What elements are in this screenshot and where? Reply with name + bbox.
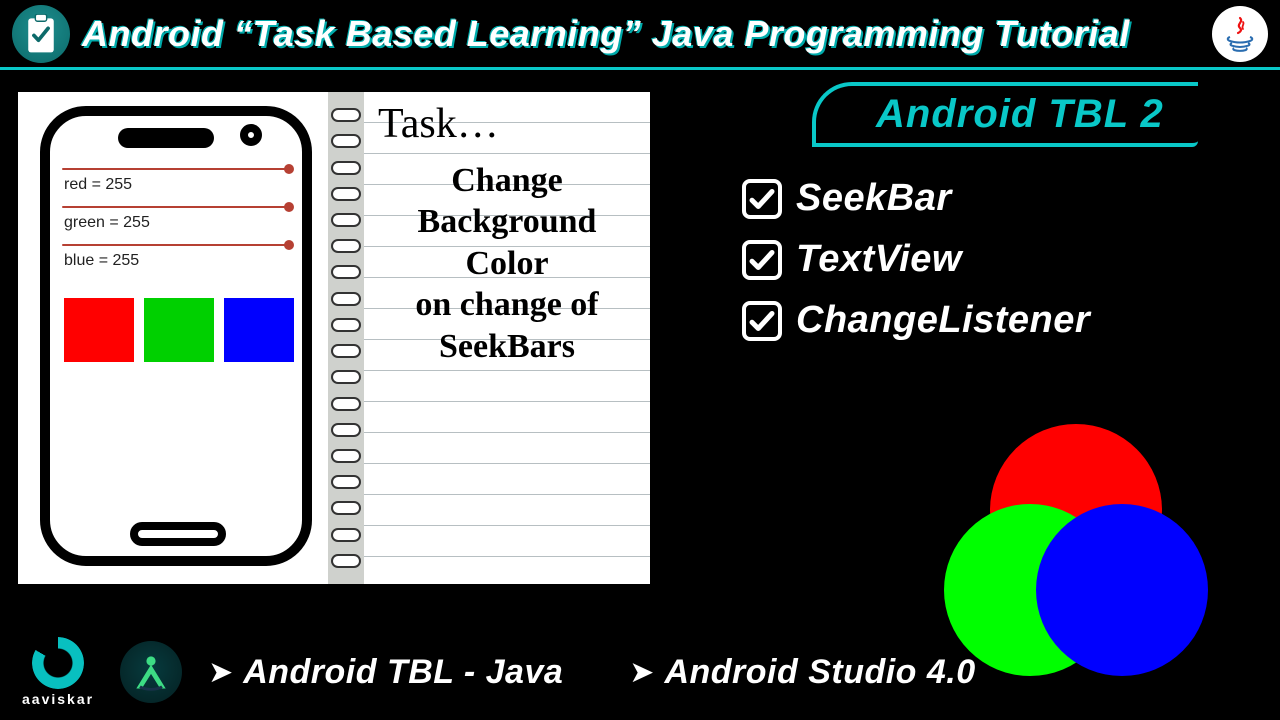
page-title: Android “Task Based Learning” Java Progr… — [82, 13, 1204, 55]
footer-chip-label: Android Studio 4.0 — [664, 653, 975, 692]
swatch-blue — [224, 298, 294, 362]
footer-chip-label: Android TBL - Java — [243, 653, 563, 692]
checklist-item: ChangeListener — [742, 299, 1262, 342]
task-heading: Task… — [374, 100, 640, 148]
task-line: on change of — [415, 284, 598, 325]
arrow-right-icon: ➤ — [629, 655, 654, 690]
checklist-label: ChangeListener — [796, 299, 1090, 342]
task-illustration: red = 255 green = 255 blue = 255 — [18, 92, 650, 584]
swatch-green — [144, 298, 214, 362]
seekbar-blue: blue = 255 — [62, 244, 290, 270]
notebook-page: Task… Change Background Color on change … — [364, 92, 650, 584]
checklist-item: TextView — [742, 238, 1262, 281]
color-swatches — [64, 298, 294, 362]
checklist-item: SeekBar — [742, 177, 1262, 220]
episode-badge: Android TBL 2 — [812, 82, 1198, 147]
arrow-right-icon: ➤ — [208, 655, 233, 690]
notebook-spiral — [328, 92, 364, 584]
brand-name: aaviskar — [22, 691, 94, 707]
check-icon — [742, 301, 782, 341]
task-description: Change Background Color on change of See… — [415, 160, 598, 367]
task-line: Color — [415, 243, 598, 284]
header-bar: Android “Task Based Learning” Java Progr… — [0, 0, 1280, 70]
brand-logo: aaviskar — [22, 637, 94, 707]
task-line: Background — [415, 201, 598, 242]
topic-checklist: SeekBar TextView ChangeListener — [742, 177, 1262, 342]
checklist-label: SeekBar — [796, 177, 952, 220]
check-icon — [742, 179, 782, 219]
seekbar-red: red = 255 — [62, 168, 290, 194]
footer-chip-series: ➤ Android TBL - Java — [208, 653, 563, 692]
seekbar-blue-label: blue = 255 — [64, 252, 290, 270]
checklist-label: TextView — [796, 238, 962, 281]
task-line: Change — [415, 160, 598, 201]
clipboard-check-icon — [12, 5, 70, 63]
check-icon — [742, 240, 782, 280]
task-line: SeekBars — [415, 326, 598, 367]
seekbar-green: green = 255 — [62, 206, 290, 232]
footer-bar: aaviskar ➤ Android TBL - Java ➤ Android … — [0, 624, 1280, 720]
right-column: Android TBL 2 SeekBar TextView ChangeLis… — [702, 82, 1262, 342]
phone-sketch: red = 255 green = 255 blue = 255 — [18, 92, 328, 584]
footer-chip-ide: ➤ Android Studio 4.0 — [629, 653, 975, 692]
android-studio-icon — [120, 641, 182, 703]
seekbar-red-label: red = 255 — [64, 176, 290, 194]
aaviskar-logo-icon — [32, 637, 84, 689]
swatch-red — [64, 298, 134, 362]
seekbar-green-label: green = 255 — [64, 214, 290, 232]
java-logo-icon — [1212, 6, 1268, 62]
